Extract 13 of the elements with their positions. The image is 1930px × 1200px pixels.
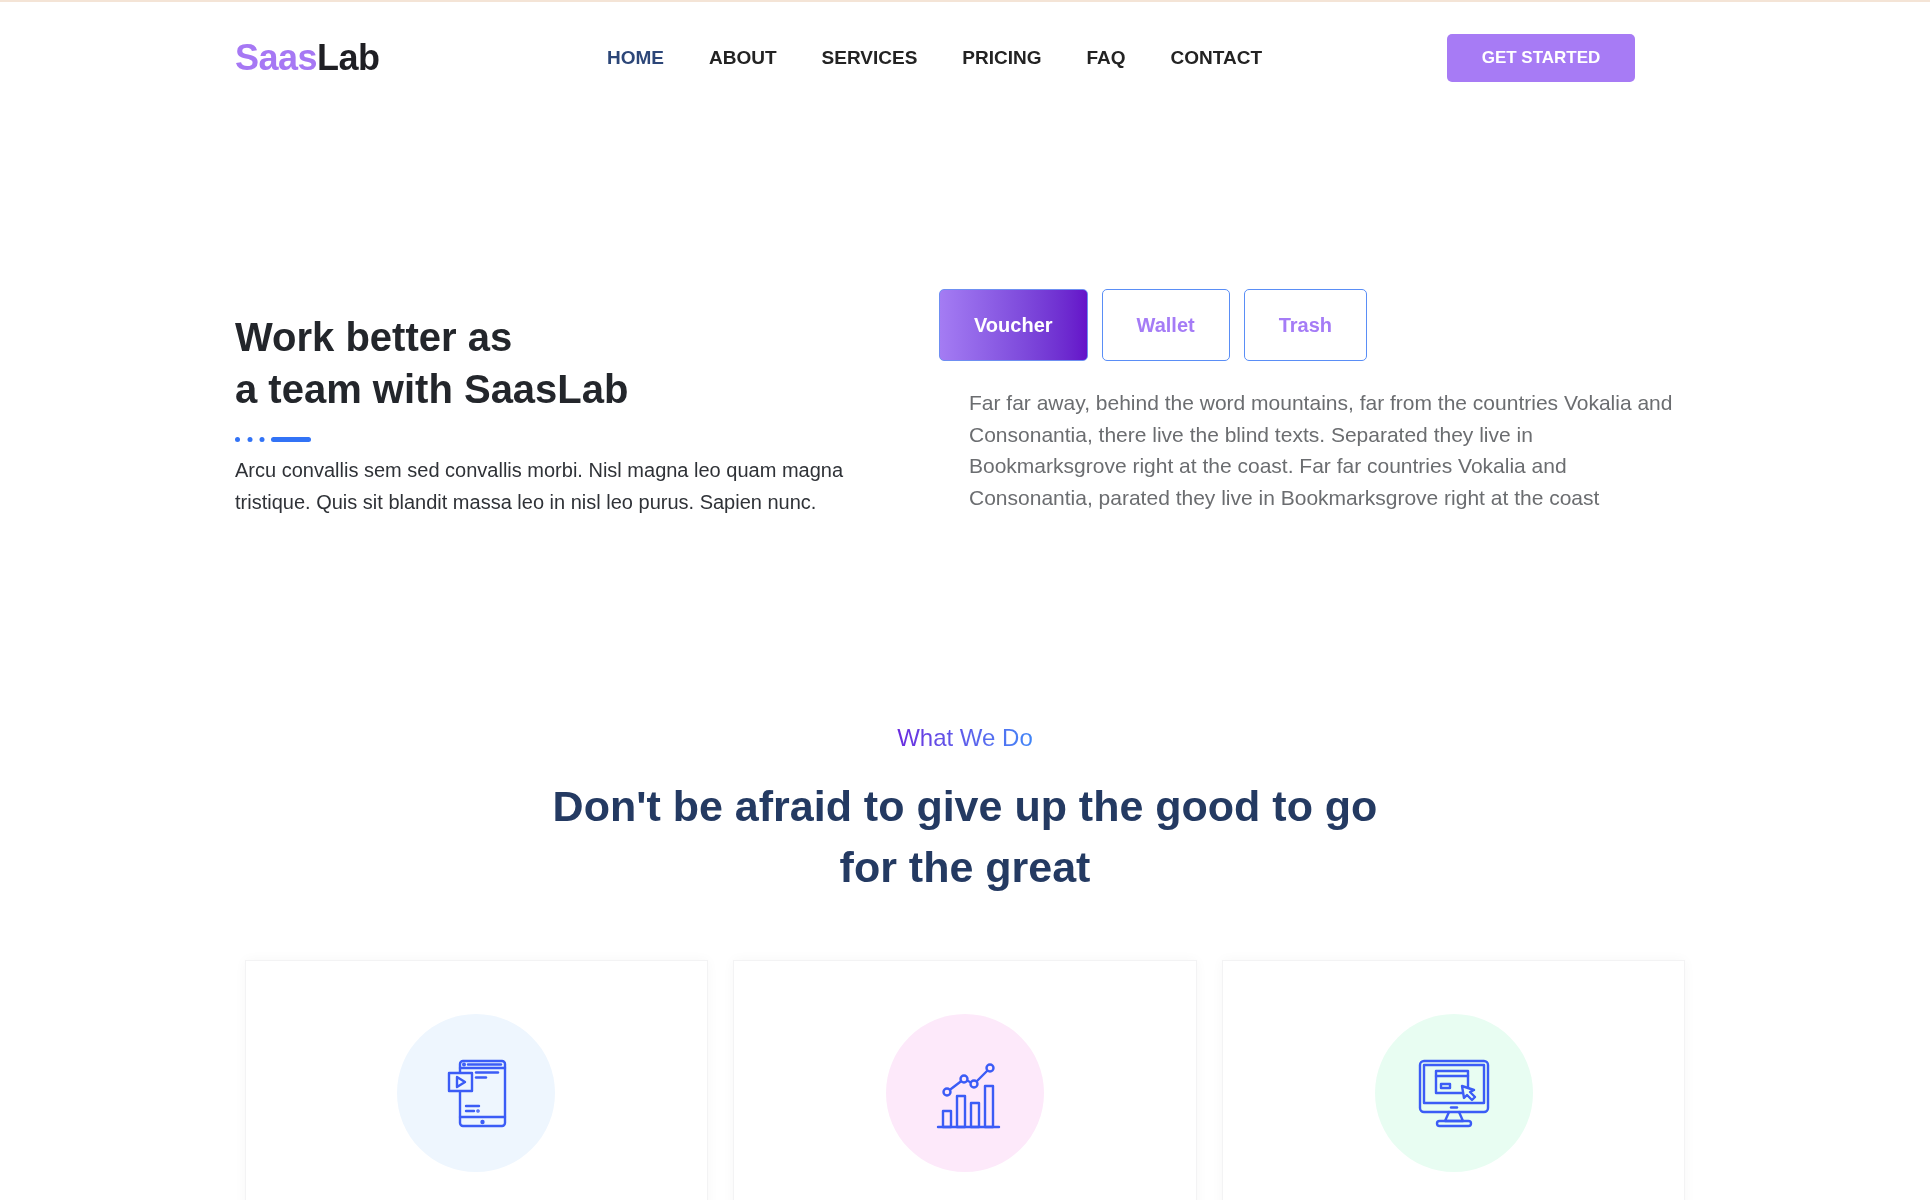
dots-divider-icon <box>235 437 311 442</box>
tab[interactable]: Voucher <box>939 289 1088 361</box>
tab-content-text: Far far away, behind the word mountains, far from the countries Vokalia and Consonantia, there live the blind texts. Separated they live in Bookmarksgrove right at the coast. Far far countries Vokalia and Consonantia, parated they live in Bookmarksgrove right at the coast <box>969 390 1674 511</box>
logo[interactable]: SaasLab <box>235 40 387 76</box>
hero-heading: Work better as a team with SaasLab <box>235 314 629 413</box>
nav-link[interactable]: HOME <box>607 43 664 73</box>
nav-link[interactable]: SERVICES <box>821 43 918 73</box>
section-heading: Don't be afraid to give up the good to go for the great <box>551 781 1379 893</box>
nav-link[interactable]: ABOUT <box>709 43 777 73</box>
nav-link[interactable]: CONTACT <box>1170 43 1263 73</box>
hero-text: Arcu convallis sem sed convallis morbi. Nisl magna leo quam magna tristique. Quis sit blandit massa leo in nisl leo purus. Sapien nunc. <box>235 458 845 515</box>
nav-link[interactable]: FAQ <box>1086 43 1126 73</box>
nav-link[interactable]: PRICING <box>962 43 1042 73</box>
